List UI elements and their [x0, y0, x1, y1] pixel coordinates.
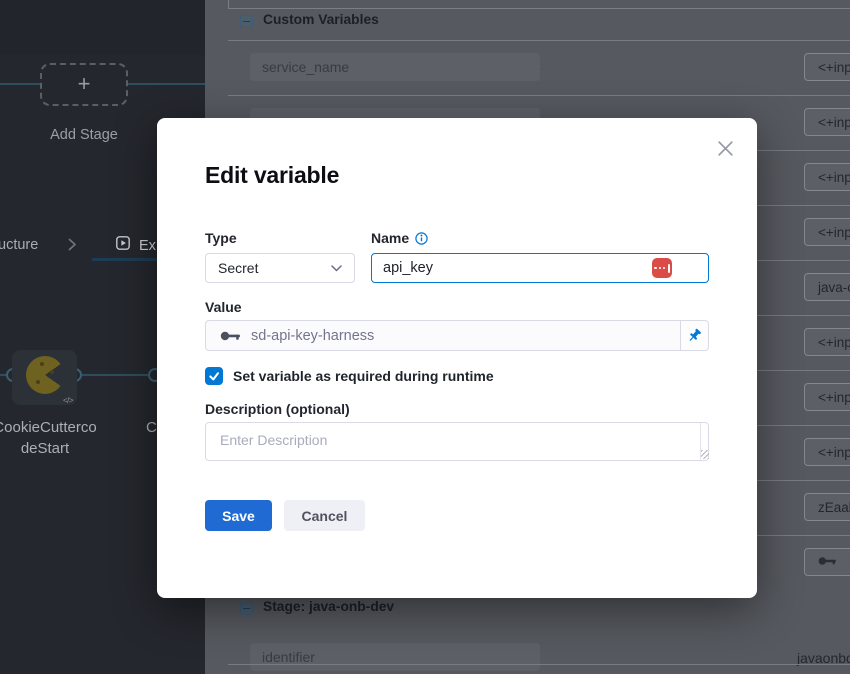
variable-secret-input[interactable] — [804, 548, 850, 576]
tab-execution-label: Ex — [139, 238, 156, 254]
modal-title: Edit variable — [205, 162, 339, 189]
type-select-value: Secret — [218, 260, 258, 276]
add-stage-label: Add Stage — [0, 127, 168, 143]
save-button[interactable]: Save — [205, 500, 272, 531]
variable-value-input[interactable]: <+inpu — [804, 438, 850, 466]
node-link-line — [82, 374, 148, 376]
type-label: Type — [205, 230, 237, 246]
identifier-name-box: identifier — [250, 643, 540, 671]
cookie-chip — [36, 380, 40, 384]
name-label: Name — [371, 230, 409, 246]
section-title: Custom Variables — [263, 12, 379, 27]
cancel-button[interactable]: Cancel — [284, 500, 365, 531]
next-node-label-partial: C — [146, 419, 157, 436]
edit-variable-modal: Edit variable Type Name Secret Value sd — [157, 118, 757, 598]
variable-value-input[interactable]: <+inpu — [804, 163, 850, 191]
variable-row: service_name - <+inpu — [205, 40, 850, 95]
variable-value-input[interactable]: java-o — [804, 273, 850, 301]
chevron-right-icon — [68, 238, 77, 256]
tab-infrastructure-partial[interactable]: ucture — [0, 237, 38, 253]
required-checkbox-label: Set variable as required during runtime — [233, 368, 494, 384]
row-separator — [228, 664, 850, 665]
code-badge: </> — [63, 396, 73, 405]
section-title: Stage: java-onb-dev — [263, 599, 394, 614]
description-textarea[interactable] — [205, 422, 709, 461]
info-icon[interactable] — [415, 232, 428, 245]
collapse-minus-icon[interactable] — [240, 15, 253, 28]
variable-value-input[interactable]: <+inpu — [804, 383, 850, 411]
resize-handle-icon[interactable] — [701, 450, 709, 459]
value-label: Value — [205, 299, 242, 315]
variable-value-input[interactable]: <+inpu — [804, 108, 850, 136]
node-label-line2: deStart — [0, 440, 118, 457]
cookie-chip — [50, 370, 54, 374]
secret-value-input[interactable]: sd-api-key-harness — [206, 321, 680, 350]
value-field: sd-api-key-harness — [205, 320, 709, 351]
node-label-line1: CookieCutterco — [0, 419, 118, 436]
cookiecutter-icon — [26, 356, 64, 394]
identifier-value: javaonbde — [797, 630, 850, 674]
identifier-row: identifier javaonbde — [205, 630, 850, 674]
collapse-minus-icon[interactable] — [240, 602, 253, 615]
variable-value-input[interactable]: <+inpu — [804, 218, 850, 246]
required-checkbox[interactable] — [205, 367, 223, 385]
panel-border — [228, 8, 850, 9]
type-select[interactable]: Secret — [205, 253, 355, 283]
screen: + Add Stage ucture Ex </> CookieCu — [0, 0, 850, 674]
canvas-top-band — [0, 0, 205, 55]
execution-play-icon — [116, 236, 130, 255]
key-icon — [818, 555, 838, 570]
variable-name-box: service_name — [250, 53, 540, 81]
row-dash: - — [541, 40, 546, 95]
password-manager-icon[interactable] — [652, 258, 672, 278]
chevron-down-icon — [331, 265, 342, 272]
required-checkbox-row: Set variable as required during runtime — [205, 367, 494, 385]
plus-icon: + — [78, 73, 91, 95]
tab-execution[interactable]: Ex — [116, 236, 156, 255]
cookie-chip — [40, 362, 44, 366]
name-label-row: Name — [371, 230, 428, 246]
description-label: Description (optional) — [205, 401, 350, 417]
pin-button[interactable] — [680, 321, 708, 350]
key-icon — [220, 329, 242, 343]
pin-icon — [687, 328, 702, 343]
secret-value-text: sd-api-key-harness — [251, 328, 374, 344]
add-stage-button[interactable]: + — [40, 63, 128, 106]
variable-value-input[interactable]: zEaak — [804, 493, 850, 521]
variable-value-input[interactable]: <+inpu — [804, 328, 850, 356]
close-icon[interactable] — [715, 138, 735, 158]
variable-value-input[interactable]: <+inpu — [804, 53, 850, 81]
